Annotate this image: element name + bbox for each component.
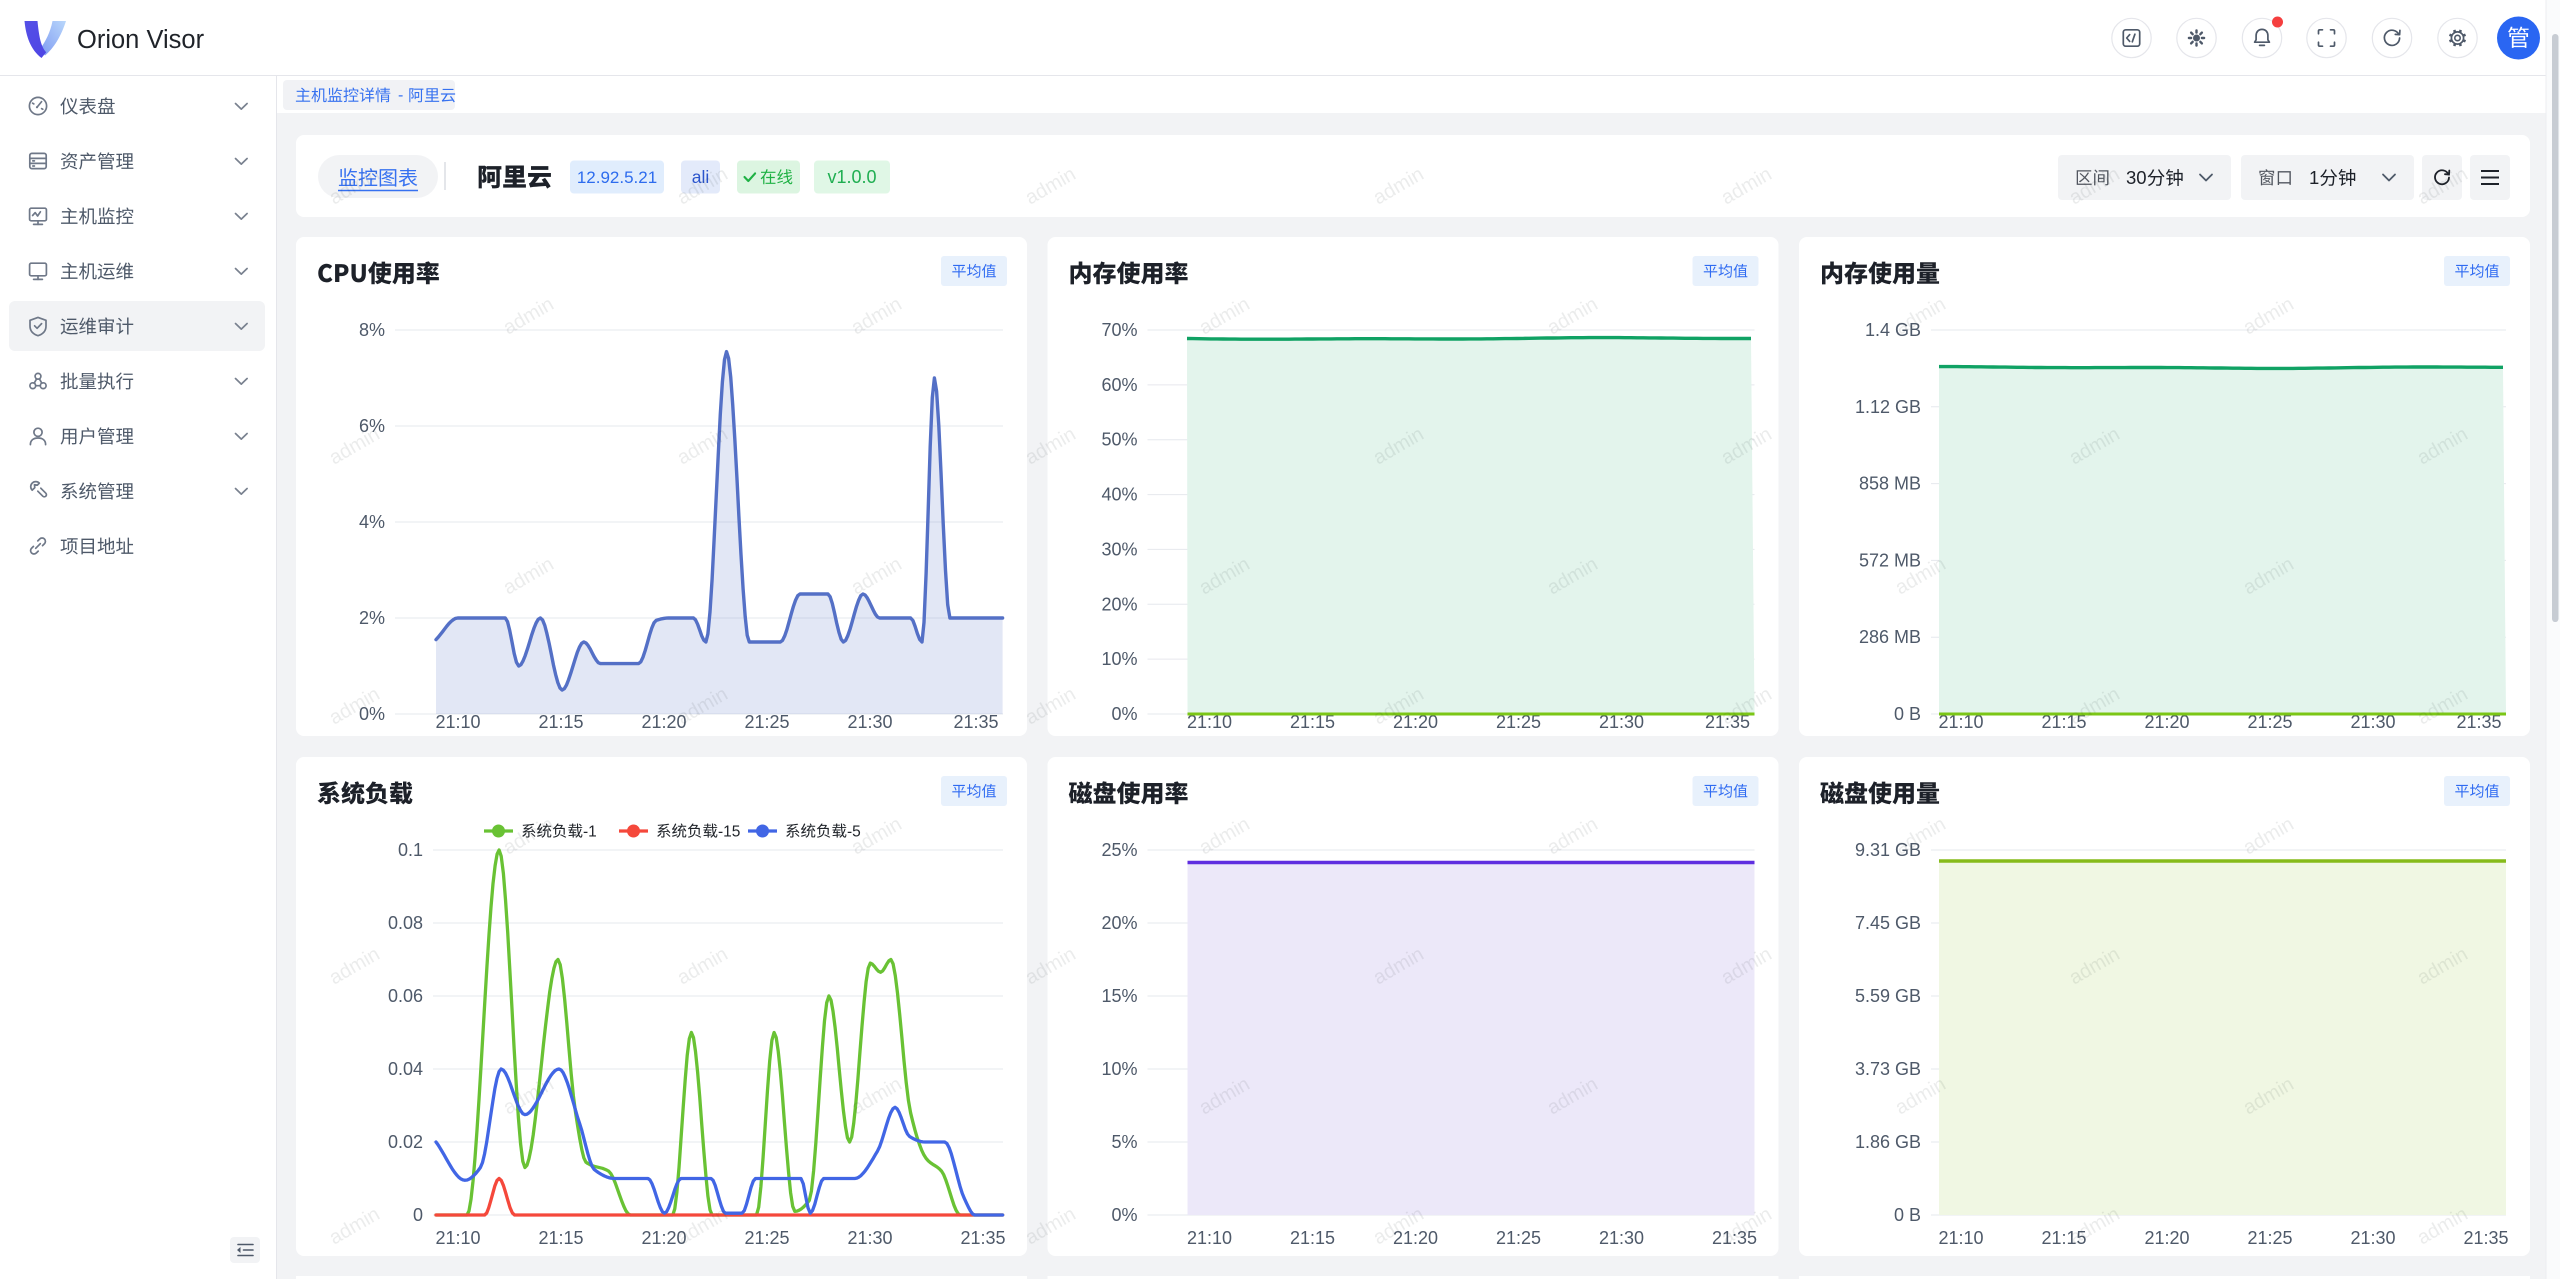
- svg-text:Orion Visor: Orion Visor: [77, 26, 205, 54]
